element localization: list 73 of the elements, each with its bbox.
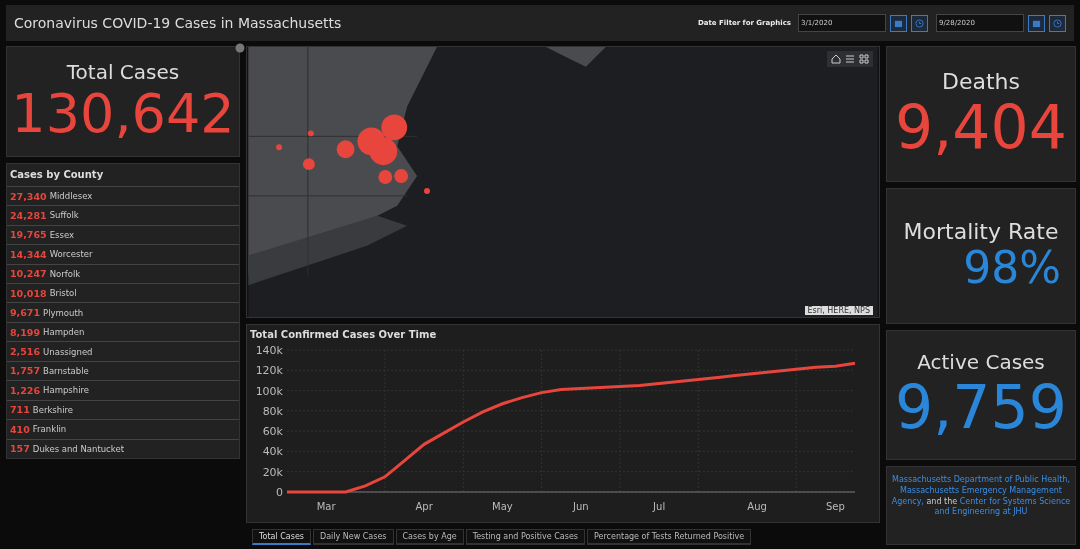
chart-tab[interactable]: Percentage of Tests Returned Positive	[587, 529, 752, 545]
county-name: Hampden	[43, 327, 85, 338]
case-count: 157	[10, 443, 30, 455]
axis-tick-label: 140k	[255, 344, 283, 358]
chart-tab[interactable]: Total Cases	[252, 529, 311, 545]
axis-tick-label: 80k	[262, 405, 283, 419]
axis-tick-label: Aug	[747, 501, 767, 513]
chart-title: Total Confirmed Cases Over Time	[249, 328, 438, 343]
active-cases-value: 9,759	[895, 374, 1067, 440]
case-count: 19,765	[10, 229, 47, 241]
axis-tick-label: Mar	[316, 501, 336, 513]
case-count: 24,281	[10, 209, 47, 221]
chart-tab[interactable]: Cases by Age	[395, 529, 464, 545]
axis-tick-label: 20k	[262, 466, 283, 479]
county-name: Middlesex	[49, 191, 93, 202]
list-title: Cases by County	[9, 168, 105, 182]
home-icon[interactable]	[831, 54, 841, 64]
axis-tick-label: Jun	[573, 501, 589, 513]
case-count: 1,226	[10, 384, 41, 396]
county-name: Worcester	[49, 249, 93, 260]
calendar-icon	[1032, 18, 1041, 28]
source-text: Massachusetts Department of Public Health, Massachusetts Emergency Management Agency, and the Center for Systems Science and Engineering at JHU	[886, 466, 1076, 545]
county-name: Barnstable	[43, 365, 89, 376]
axis-tick-label: 60k	[262, 425, 283, 439]
axis-tick-label: Jul	[653, 501, 666, 513]
county-name: Essex	[49, 229, 74, 240]
chart-tab[interactable]: Daily New Cases	[313, 529, 394, 545]
total-cases-value: 130,642	[11, 83, 235, 144]
case-count: 27,340	[10, 190, 47, 202]
calendar-button[interactable]	[890, 14, 907, 32]
case-count: 711	[10, 404, 30, 416]
axis-tick-label: Apr	[415, 501, 433, 513]
county-name: Hampshire	[43, 385, 90, 396]
county-name: Berkshire	[32, 404, 74, 415]
case-count: 8,199	[10, 326, 41, 338]
axis-tick-label: 120k	[255, 364, 283, 378]
case-count: 14,344	[10, 248, 47, 260]
clock-icon	[1053, 18, 1062, 28]
case-count: 10,018	[10, 287, 47, 299]
card-title: Deaths	[942, 68, 1020, 94]
county-name: Plymouth	[43, 307, 84, 318]
time-button[interactable]	[1049, 14, 1066, 32]
grid-icon[interactable]	[859, 54, 869, 64]
county-name: Franklin	[32, 424, 67, 435]
case-count: 2,516	[10, 346, 41, 358]
axis-tick-label: 40k	[262, 445, 283, 459]
county-name: Dukes and Nantucket	[32, 443, 124, 454]
case-count: 410	[10, 423, 30, 435]
card-title: Total Cases	[66, 59, 180, 84]
axis-tick-label: 100k	[255, 384, 283, 398]
axis-tick-label: 0	[276, 486, 283, 500]
case-count: 1,757	[10, 365, 41, 377]
card-title: Mortality Rate	[903, 219, 1059, 245]
list-icon[interactable]	[845, 54, 855, 64]
county-name: Suffolk	[49, 210, 79, 221]
mortality-value: 98%	[963, 244, 1061, 293]
time-button[interactable]	[911, 14, 928, 32]
dashboard-title: Coronavirus COVID-19 Cases in Massachusetts	[14, 15, 343, 31]
county-name: Unassigned	[43, 346, 93, 357]
axis-tick-label: Sep	[826, 501, 845, 513]
calendar-button[interactable]	[1028, 14, 1045, 32]
clock-icon	[915, 18, 924, 28]
calendar-icon	[894, 18, 903, 28]
case-count: 10,247	[10, 268, 47, 280]
county-name: Norfolk	[49, 268, 81, 279]
card-title: Active Cases	[917, 350, 1045, 374]
case-count: 9,671	[10, 307, 41, 319]
axis-tick-label: May	[492, 501, 513, 513]
expand-icon[interactable]	[235, 43, 245, 53]
county-name: Bristol	[49, 288, 77, 299]
chart-tab[interactable]: Testing and Positive Cases	[465, 529, 586, 545]
deaths-value: 9,404	[895, 93, 1067, 160]
map-attribution: Esri, HERE, NPS	[804, 306, 873, 316]
